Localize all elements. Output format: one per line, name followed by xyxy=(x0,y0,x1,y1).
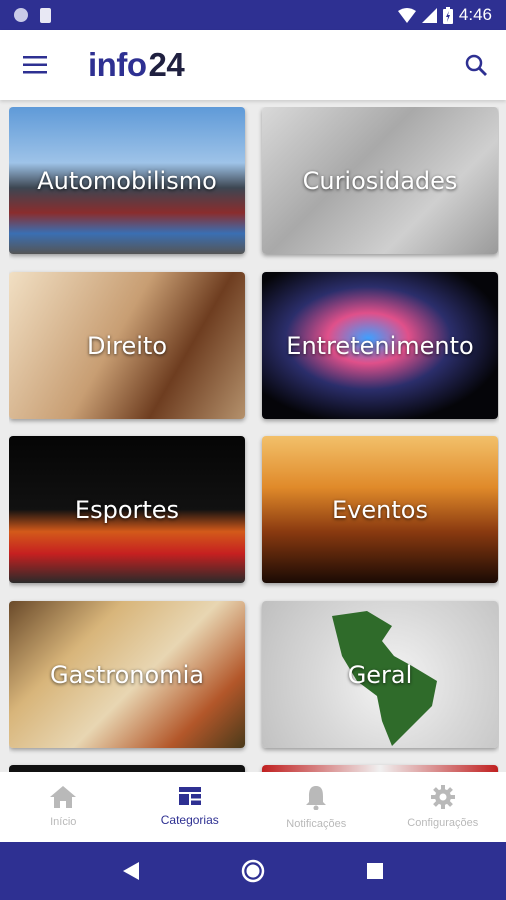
nav-categorias[interactable]: Categorias xyxy=(127,772,254,842)
logo-number: 24 xyxy=(148,46,185,83)
nav-notificacoes[interactable]: Notificações xyxy=(253,772,380,842)
nav-label: Início xyxy=(50,816,77,828)
back-triangle-icon xyxy=(123,862,139,880)
notification-dot-icon xyxy=(14,8,28,22)
nav-inicio[interactable]: Início xyxy=(0,772,127,842)
recents-square-icon xyxy=(367,863,383,879)
search-icon xyxy=(465,54,487,76)
recents-button[interactable] xyxy=(355,851,395,891)
category-label: Entretenimento xyxy=(286,331,474,360)
battery-icon xyxy=(442,6,453,24)
category-grid: Automobilismo Curiosidades Direito Entre… xyxy=(9,107,499,773)
nav-configuracoes[interactable]: Configurações xyxy=(380,772,506,842)
category-card-automobilismo[interactable]: Automobilismo xyxy=(9,107,245,254)
category-label: Eventos xyxy=(332,495,428,524)
category-card-eventos[interactable]: Eventos xyxy=(262,436,498,583)
hamburger-icon xyxy=(23,56,47,74)
logo-text: info xyxy=(88,46,147,83)
category-card-esportes[interactable]: Esportes xyxy=(9,436,245,583)
status-bar: 4:46 xyxy=(0,0,506,30)
home-button[interactable] xyxy=(233,851,273,891)
category-card-entretenimento[interactable]: Entretenimento xyxy=(262,272,498,419)
system-navigation-bar xyxy=(0,842,506,900)
app-logo: info 24 xyxy=(88,46,185,84)
app-bar: info 24 xyxy=(0,30,506,100)
bottom-navigation: Início Categorias Notificações Configura… xyxy=(0,772,506,842)
home-circle-icon xyxy=(241,859,265,883)
search-button[interactable] xyxy=(446,30,506,100)
bell-icon xyxy=(306,786,327,810)
category-card-gastronomia[interactable]: Gastronomia xyxy=(9,601,245,748)
nav-label: Configurações xyxy=(407,817,479,829)
sd-card-icon xyxy=(40,7,51,23)
category-card-curiosidades[interactable]: Curiosidades xyxy=(262,107,498,254)
nav-label: Categorias xyxy=(160,813,219,827)
category-card-geral[interactable]: Geral xyxy=(262,601,498,748)
nav-label: Notificações xyxy=(286,818,347,830)
gear-icon xyxy=(430,785,455,809)
category-label: Esportes xyxy=(74,495,180,524)
category-label: Direito xyxy=(86,331,167,360)
category-label: Gastronomia xyxy=(50,660,204,689)
categories-icon xyxy=(178,787,201,805)
wifi-icon xyxy=(397,7,416,23)
category-label: Automobilismo xyxy=(37,166,217,195)
menu-button[interactable] xyxy=(0,30,70,100)
category-card-direito[interactable]: Direito xyxy=(9,272,245,419)
clock: 4:46 xyxy=(458,5,492,24)
home-icon xyxy=(50,786,77,808)
signal-icon xyxy=(421,7,437,23)
back-button[interactable] xyxy=(111,851,151,891)
category-label: Geral xyxy=(347,660,413,689)
category-label: Curiosidades xyxy=(302,166,458,195)
